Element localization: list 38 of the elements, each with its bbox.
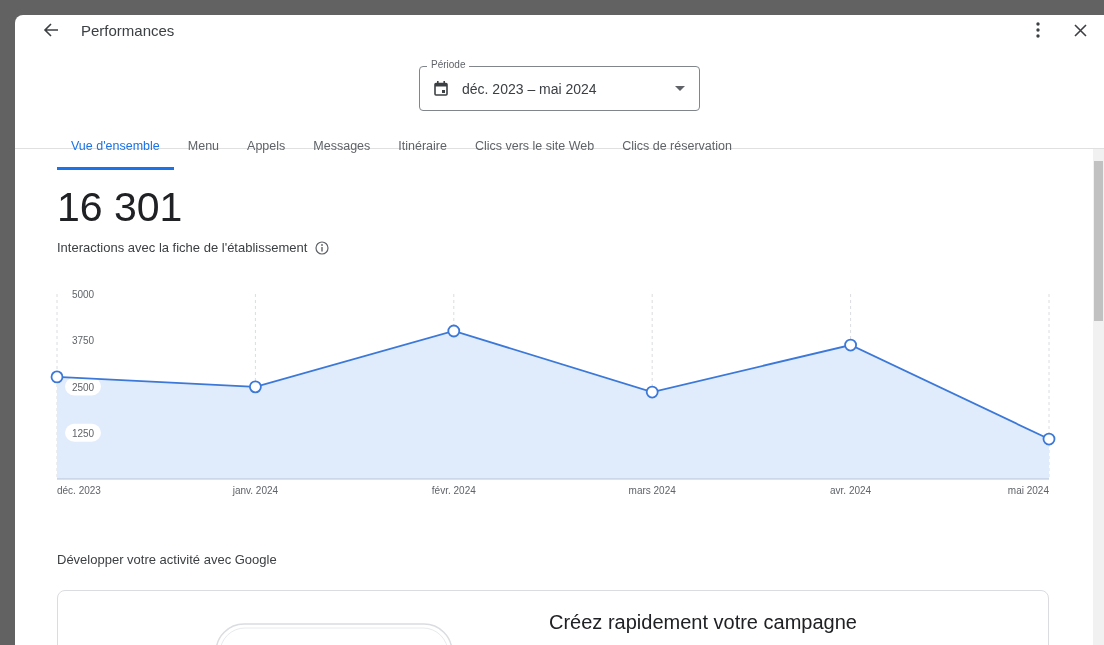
y-tick-label: 2500: [71, 381, 95, 393]
y-tick-label: 5000: [65, 285, 101, 303]
tab[interactable]: Clics de réservation: [608, 133, 746, 170]
x-tick-label: avr. 2024: [830, 485, 872, 496]
metric-caption: Interactions avec la fiche de l'établissement: [57, 240, 308, 255]
x-tick-label: févr. 2024: [431, 485, 476, 496]
period-label: Période: [427, 59, 470, 70]
tab[interactable]: Menu: [173, 133, 234, 170]
calendar-icon: [434, 81, 448, 96]
x-tick-label: mars 2024: [628, 485, 676, 496]
data-point: [645, 385, 659, 399]
data-point: [1042, 432, 1056, 446]
y-tick-label: 3750: [65, 331, 101, 350]
y-tick-label: 3750: [71, 335, 95, 347]
y-tick-label: 5000: [71, 289, 95, 300]
more-icon: [1036, 22, 1040, 38]
data-point: [447, 324, 461, 338]
tab[interactable]: Vue d'ensemble: [57, 133, 174, 170]
x-tick-label: mai 2024: [1007, 485, 1049, 496]
card-title: Créez rapidement votre campagne: [549, 611, 857, 634]
scrollbar-thumb[interactable]: [1094, 161, 1103, 321]
data-point: [50, 370, 64, 384]
tab[interactable]: Appels: [233, 133, 300, 170]
tab[interactable]: Itinéraire: [384, 133, 461, 170]
data-point: [844, 338, 857, 352]
dropdown-caret-icon: [675, 86, 685, 91]
x-tick-label: janv. 2024: [232, 485, 279, 496]
total-value: 16 301: [57, 184, 184, 230]
close-icon: [1073, 23, 1087, 37]
info-icon[interactable]: [315, 240, 330, 255]
y-tick-label: 1250: [71, 427, 95, 439]
section-heading: Développer votre activité avec Google: [57, 552, 278, 567]
x-tick-label: déc. 2023: [57, 485, 101, 496]
data-point: [249, 380, 262, 394]
tab[interactable]: Messages: [299, 133, 385, 170]
dialog-title: Performances: [81, 21, 176, 39]
tab[interactable]: Clics vers le site Web: [460, 133, 609, 170]
back-arrow-icon: [43, 22, 59, 38]
